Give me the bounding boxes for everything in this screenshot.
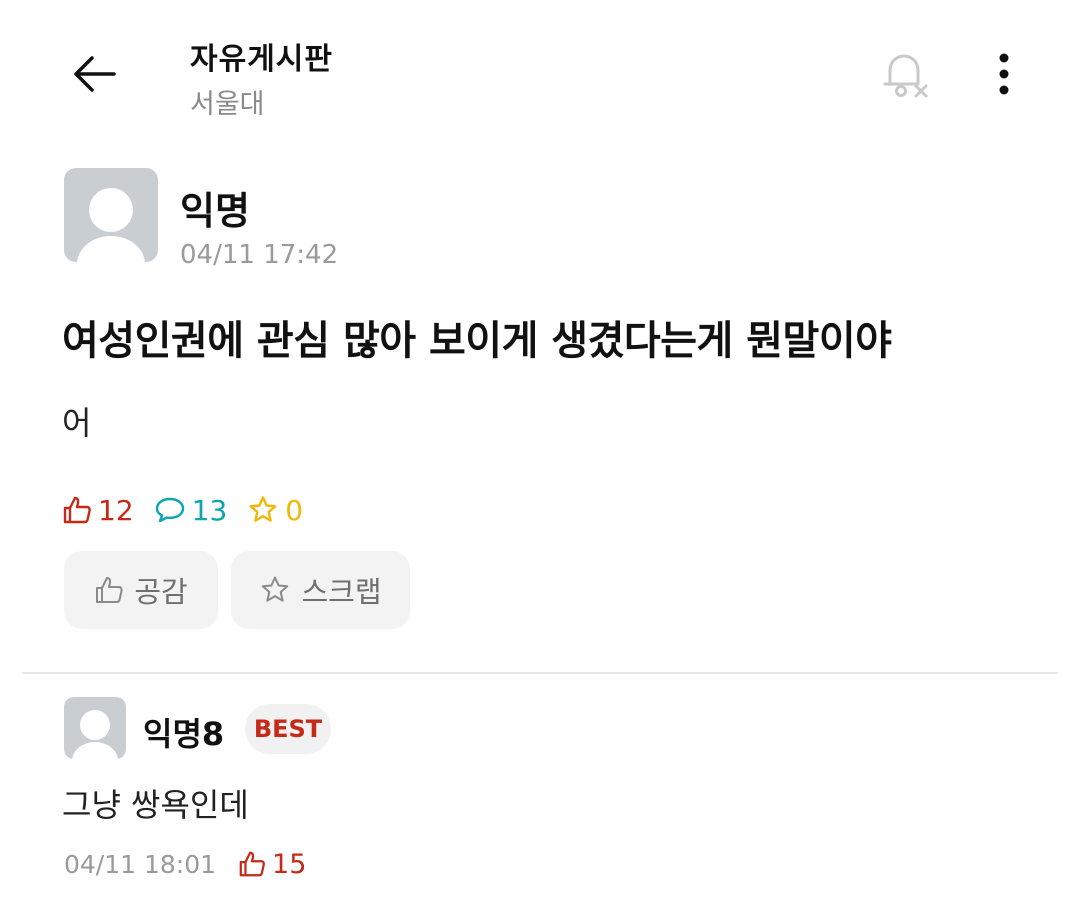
bell-off-icon xyxy=(883,54,928,98)
post-title: 여성인권에 관심 많아 보이게 생겼다는게 뭔말이야 xyxy=(62,318,892,364)
post-body: 어 xyxy=(62,404,92,442)
like-count: 12 xyxy=(62,494,134,527)
back-button[interactable] xyxy=(62,46,126,102)
comment-author: 익명8 xyxy=(143,715,225,753)
thumbs-up-icon xyxy=(96,577,123,603)
thumbs-up-icon xyxy=(239,851,265,877)
more-options-button[interactable] xyxy=(982,44,1026,104)
comment-count-value: 13 xyxy=(191,493,228,527)
comment-count: 13 xyxy=(154,493,228,527)
star-icon xyxy=(249,496,277,522)
board-school: 서울대 xyxy=(190,89,265,120)
author-avatar xyxy=(64,168,158,262)
speech-bubble-icon xyxy=(155,497,184,523)
scrap-button[interactable]: 스크랩 xyxy=(231,551,410,629)
post-author: 익명 xyxy=(180,189,250,233)
top-bar: 자유게시판 서울대 xyxy=(0,0,1079,140)
comment-body: 그냥 쌍욕인데 xyxy=(62,786,249,824)
best-badge: BEST xyxy=(245,704,331,754)
post-timestamp: 04/11 17:42 xyxy=(180,240,339,270)
star-icon xyxy=(262,576,289,602)
default-profile-icon xyxy=(77,188,145,262)
thumbs-up-icon xyxy=(63,496,91,524)
like-button[interactable]: 공감 xyxy=(64,551,218,629)
comment-timestamp: 04/11 18:01 xyxy=(64,849,217,879)
notification-toggle-button[interactable] xyxy=(872,42,936,106)
comment-like-count-value: 15 xyxy=(272,848,307,880)
section-divider xyxy=(22,672,1058,674)
comment-meta: 04/11 18:01 15 xyxy=(64,846,306,882)
scrap-button-label: 스크랩 xyxy=(301,575,382,609)
comment-like-count: 15 xyxy=(238,849,306,880)
board-title: 자유게시판 xyxy=(190,42,333,77)
like-count-value: 12 xyxy=(98,493,134,527)
scrap-count: 0 xyxy=(247,494,303,527)
default-profile-icon xyxy=(72,710,118,759)
scrap-count-value: 0 xyxy=(285,493,304,527)
comment-author-avatar xyxy=(64,697,126,759)
post-stats: 12 13 0 xyxy=(62,490,323,530)
arrow-left-icon xyxy=(74,56,116,92)
more-vertical-icon xyxy=(999,53,1009,95)
like-button-label: 공감 xyxy=(134,575,188,609)
